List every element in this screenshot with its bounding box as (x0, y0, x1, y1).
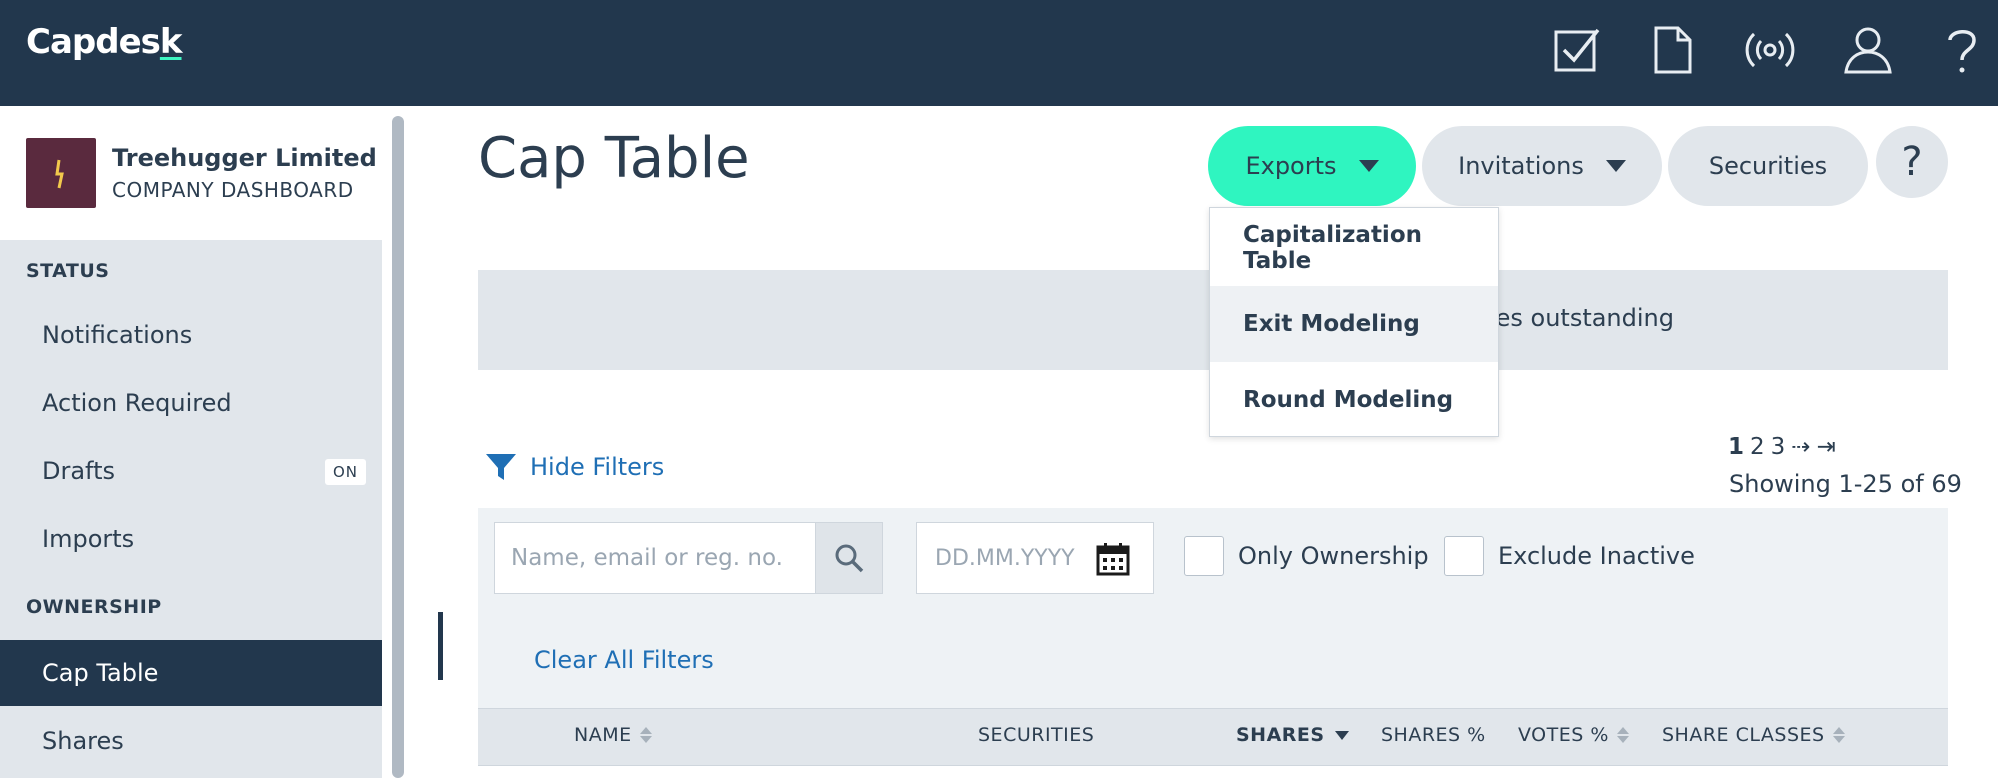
menu-item-exit-modeling[interactable]: Exit Modeling (1210, 286, 1498, 362)
company-name: Treehugger Limited (112, 144, 377, 172)
page-help-button[interactable]: ? (1876, 126, 1948, 198)
exclude-inactive-checkbox[interactable] (1444, 536, 1484, 576)
securities-button[interactable]: Securities (1668, 126, 1868, 206)
sidebar-item-notifications[interactable]: Notifications (0, 302, 382, 368)
column-label: VOTES % (1518, 724, 1609, 746)
company-header[interactable]: Treehugger Limited COMPANY DASHBOARD (0, 106, 382, 240)
column-header-share-classes[interactable]: SHARE CLASSES (1662, 724, 1845, 746)
menu-item-capitalization-table[interactable]: Capitalization Table (1210, 210, 1498, 286)
exports-button-label: Exports (1245, 152, 1337, 180)
logo-text: Capdes (26, 22, 161, 62)
page-2-link[interactable]: 2 (1750, 434, 1765, 460)
column-header-shares-percent[interactable]: SHARES % (1381, 724, 1486, 746)
question-mark-icon: ? (1901, 139, 1923, 185)
pagination: 1 2 3 ⇢ ⇥ (1728, 434, 1836, 460)
search-icon (835, 544, 864, 573)
caret-down-icon (1358, 160, 1379, 172)
sidebar-item-cap-table[interactable]: Cap Table (0, 640, 382, 706)
sidebar-item-label: Notifications (42, 321, 193, 349)
sidebar-item-label: Action Required (42, 389, 232, 417)
column-label: SHARE CLASSES (1662, 724, 1825, 746)
next-page-icon[interactable]: ⇢ (1791, 434, 1810, 460)
sort-icon (639, 727, 652, 743)
date-input[interactable] (917, 523, 1097, 593)
column-header-shares[interactable]: SHARES (1236, 724, 1349, 746)
document-icon[interactable] (1644, 22, 1700, 78)
tasks-checkbox-icon[interactable] (1548, 22, 1604, 78)
sidebar-item-label: Shares (42, 727, 124, 755)
logo-text-k: k (159, 22, 183, 62)
hide-filters-label: Hide Filters (530, 453, 665, 481)
column-label: SHARES % (1381, 724, 1486, 746)
securities-button-label: Securities (1708, 152, 1828, 180)
drafts-on-badge: ON (324, 459, 366, 485)
sidebar-item-drafts[interactable]: Drafts ON (0, 438, 382, 504)
exclude-inactive-label: Exclude Inactive (1498, 542, 1695, 570)
sidebar-item-shares[interactable]: Shares (0, 708, 382, 774)
section-heading-ownership: OWNERSHIP (26, 596, 162, 618)
sidebar-item-label: Drafts (42, 457, 115, 485)
help-icon[interactable] (1934, 22, 1990, 78)
company-logo (26, 138, 96, 208)
column-label: NAME (574, 724, 632, 746)
sort-icon (1832, 727, 1845, 743)
sidebar-item-label: Cap Table (42, 659, 159, 687)
calendar-icon[interactable] (1095, 541, 1131, 577)
sidebar-scrollbar[interactable] (392, 116, 404, 778)
column-header-votes-percent[interactable]: VOTES % (1518, 724, 1629, 746)
top-navigation-bar: Capdesk (0, 0, 1998, 106)
sidebar-item-label: Imports (42, 525, 135, 553)
column-label: SECURITIES (978, 724, 1095, 746)
search-input[interactable] (494, 522, 816, 594)
caret-down-icon (1605, 160, 1626, 172)
content-scroll-indicator (438, 612, 443, 680)
column-label: SHARES (1236, 724, 1325, 746)
menu-item-round-modeling[interactable]: Round Modeling (1210, 362, 1498, 438)
company-subtitle: COMPANY DASHBOARD (112, 178, 354, 202)
column-header-name[interactable]: NAME (574, 724, 652, 746)
page-title: Cap Table (478, 126, 750, 191)
date-field[interactable] (916, 522, 1154, 594)
only-ownership-label: Only Ownership (1238, 542, 1429, 570)
sort-descending-icon (1334, 730, 1349, 740)
invitations-button[interactable]: Invitations (1422, 126, 1662, 206)
user-icon[interactable] (1840, 22, 1896, 78)
hide-filters-toggle[interactable]: Hide Filters (484, 450, 664, 484)
results-count: Showing 1-25 of 69 (1729, 470, 1962, 498)
broadcast-icon[interactable] (1742, 22, 1798, 78)
exports-button[interactable]: Exports (1208, 126, 1416, 206)
sidebar-item-action-required[interactable]: Action Required (0, 370, 382, 436)
clear-all-filters-link[interactable]: Clear All Filters (534, 646, 714, 674)
sidebar: Treehugger Limited COMPANY DASHBOARD STA… (0, 106, 382, 778)
only-ownership-checkbox[interactable] (1184, 536, 1224, 576)
section-heading-status: STATUS (26, 260, 110, 282)
sort-icon (1616, 727, 1629, 743)
page-1-link[interactable]: 1 (1728, 434, 1744, 460)
search-button[interactable] (815, 522, 883, 594)
filter-icon (486, 454, 516, 480)
sidebar-item-imports[interactable]: Imports (0, 506, 382, 572)
column-header-securities[interactable]: SECURITIES (978, 724, 1094, 746)
page-3-link[interactable]: 3 (1771, 434, 1786, 460)
exports-dropdown-menu: Capitalization Table Exit Modeling Round… (1209, 207, 1499, 437)
invitations-button-label: Invitations (1458, 152, 1584, 180)
last-page-icon[interactable]: ⇥ (1817, 434, 1836, 460)
capdesk-logo[interactable]: Capdesk (26, 22, 182, 62)
